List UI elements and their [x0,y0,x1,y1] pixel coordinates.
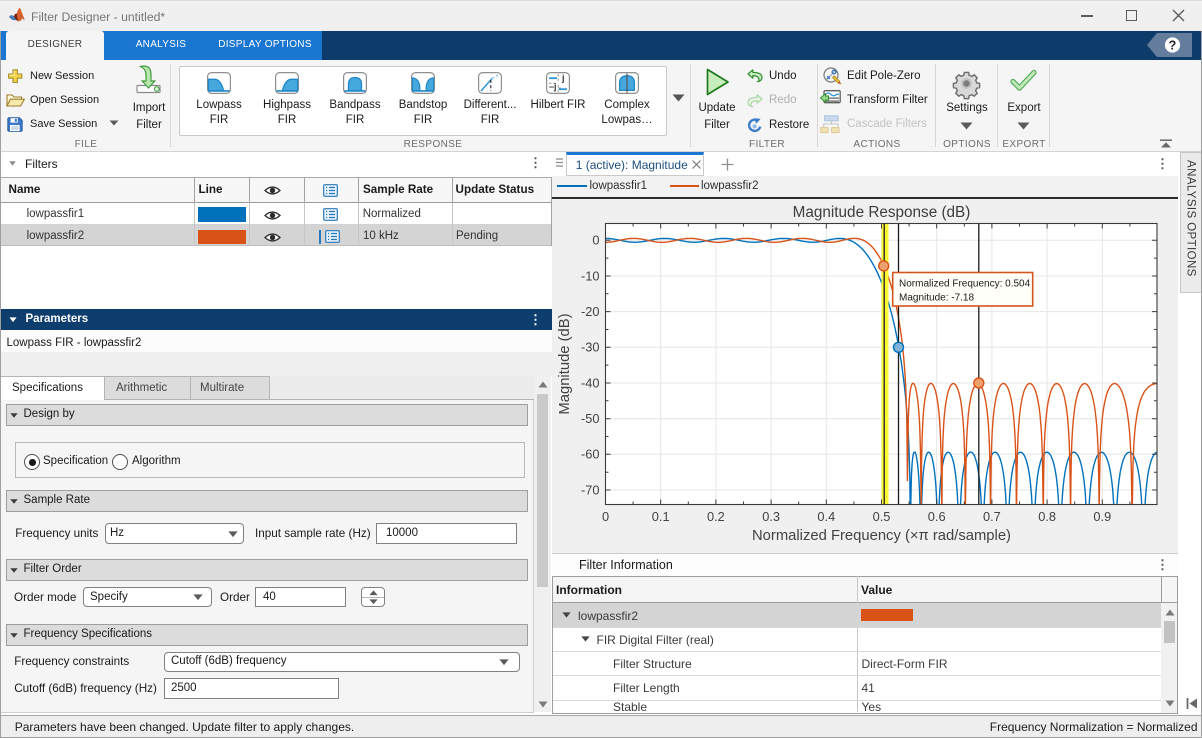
svg-text:Normalized Frequency (×π rad/s: Normalized Frequency (×π rad/sample) [752,528,1011,544]
svg-text:Magnitude: -7.18: Magnitude: -7.18 [899,292,974,303]
svg-text:j: j [561,73,565,83]
svg-text:–j: –j [549,82,557,92]
svg-text:Magnitude (dB): Magnitude (dB) [557,313,573,414]
svg-text:0.8: 0.8 [1038,509,1056,524]
svg-text:0: 0 [592,232,599,247]
svg-text:-30: -30 [581,339,600,354]
svg-text:-50: -50 [581,411,600,426]
svg-text:0.9: 0.9 [1093,509,1111,524]
svg-text:-10: -10 [581,268,600,283]
svg-text:-70: -70 [581,482,600,497]
svg-text:Magnitude Response (dB): Magnitude Response (dB) [793,204,971,221]
svg-text:0.4: 0.4 [817,509,835,524]
svg-text:0.5: 0.5 [873,509,891,524]
svg-text:0.3: 0.3 [762,509,780,524]
svg-text:0: 0 [602,509,609,524]
svg-text:0.2: 0.2 [707,509,725,524]
svg-text:0.7: 0.7 [983,509,1001,524]
svg-text:Normalized Frequency: 0.504: Normalized Frequency: 0.504 [899,278,1031,289]
svg-text:-20: -20 [581,303,600,318]
svg-text:0.1: 0.1 [652,509,670,524]
svg-text:-40: -40 [581,375,600,390]
svg-text:-60: -60 [581,446,600,461]
svg-text:?: ? [1169,39,1177,53]
svg-text:0.6: 0.6 [928,509,946,524]
